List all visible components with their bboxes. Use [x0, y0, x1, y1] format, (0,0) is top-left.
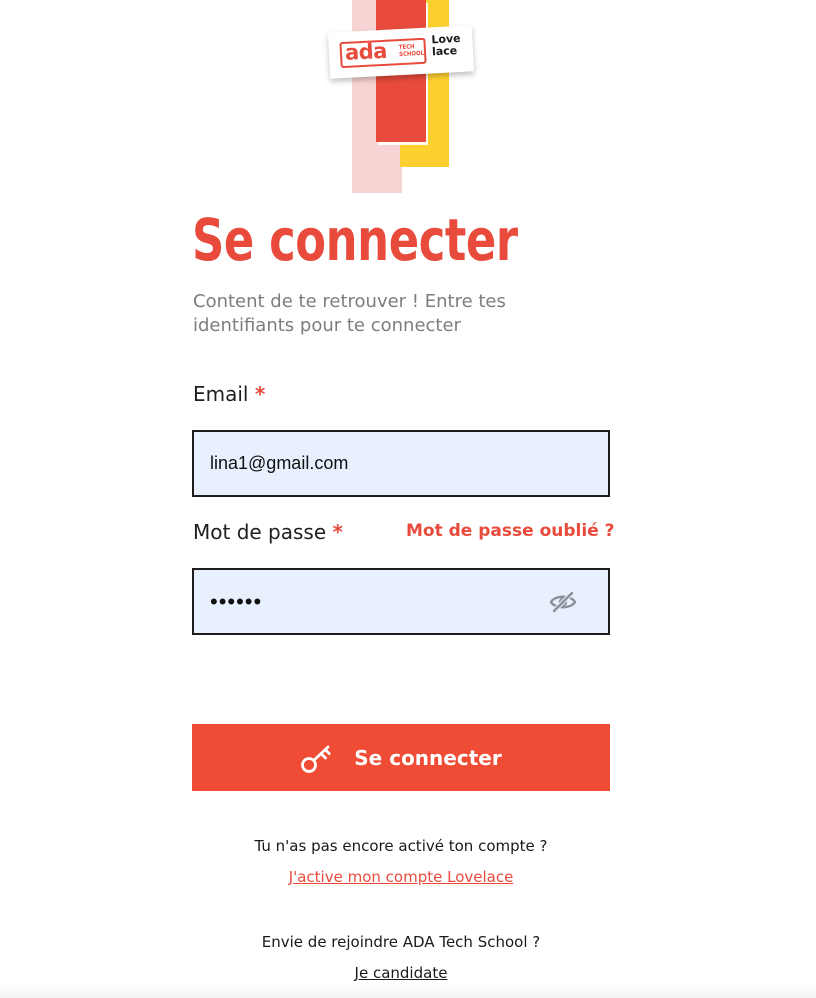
email-field[interactable]	[210, 432, 540, 495]
email-field-container	[192, 430, 610, 497]
page-subtitle: Content de te retrouver ! Entre tes iden…	[193, 291, 506, 336]
activate-account-prompt: Tu n'as pas encore activé ton compte ?	[254, 837, 548, 855]
eye-slash-icon[interactable]	[548, 589, 578, 615]
ada-logo-frame: ada TECH SCHOOL	[339, 37, 427, 69]
login-button-label: Se connecter	[354, 745, 502, 770]
password-label: Mot de passe *	[193, 519, 343, 545]
tech-school-logo-text: TECH SCHOOL	[398, 43, 425, 59]
apply-link-row: Je candidate	[0, 963, 802, 983]
password-label-text: Mot de passe	[193, 520, 327, 544]
apply-link[interactable]: Je candidate	[355, 964, 448, 982]
page-title: Se connecter	[192, 206, 518, 274]
logo-banner: ada TECH SCHOOL Love lace	[0, 0, 816, 200]
password-field[interactable]	[210, 570, 540, 633]
lovelace-logo-text: Love lace	[431, 31, 461, 59]
email-label-text: Email	[193, 382, 249, 406]
activate-account-link[interactable]: J'active mon compte Lovelace	[289, 868, 514, 886]
page-bottom-edge	[0, 984, 816, 998]
forgot-password-link[interactable]: Mot de passe oublié ?	[406, 519, 615, 543]
ada-lovelace-logo: ada TECH SCHOOL Love lace	[327, 25, 475, 79]
required-mark: *	[254, 382, 266, 406]
password-field-container	[192, 568, 610, 635]
required-mark: *	[332, 520, 343, 544]
email-label: Email *	[193, 381, 265, 407]
ada-logo-text: ada	[344, 38, 388, 65]
login-button[interactable]: Se connecter	[192, 724, 610, 791]
activate-account-link-row: J'active mon compte Lovelace	[0, 867, 802, 887]
key-icon	[300, 744, 334, 774]
join-prompt: Envie de rejoindre ADA Tech School ?	[261, 933, 541, 951]
